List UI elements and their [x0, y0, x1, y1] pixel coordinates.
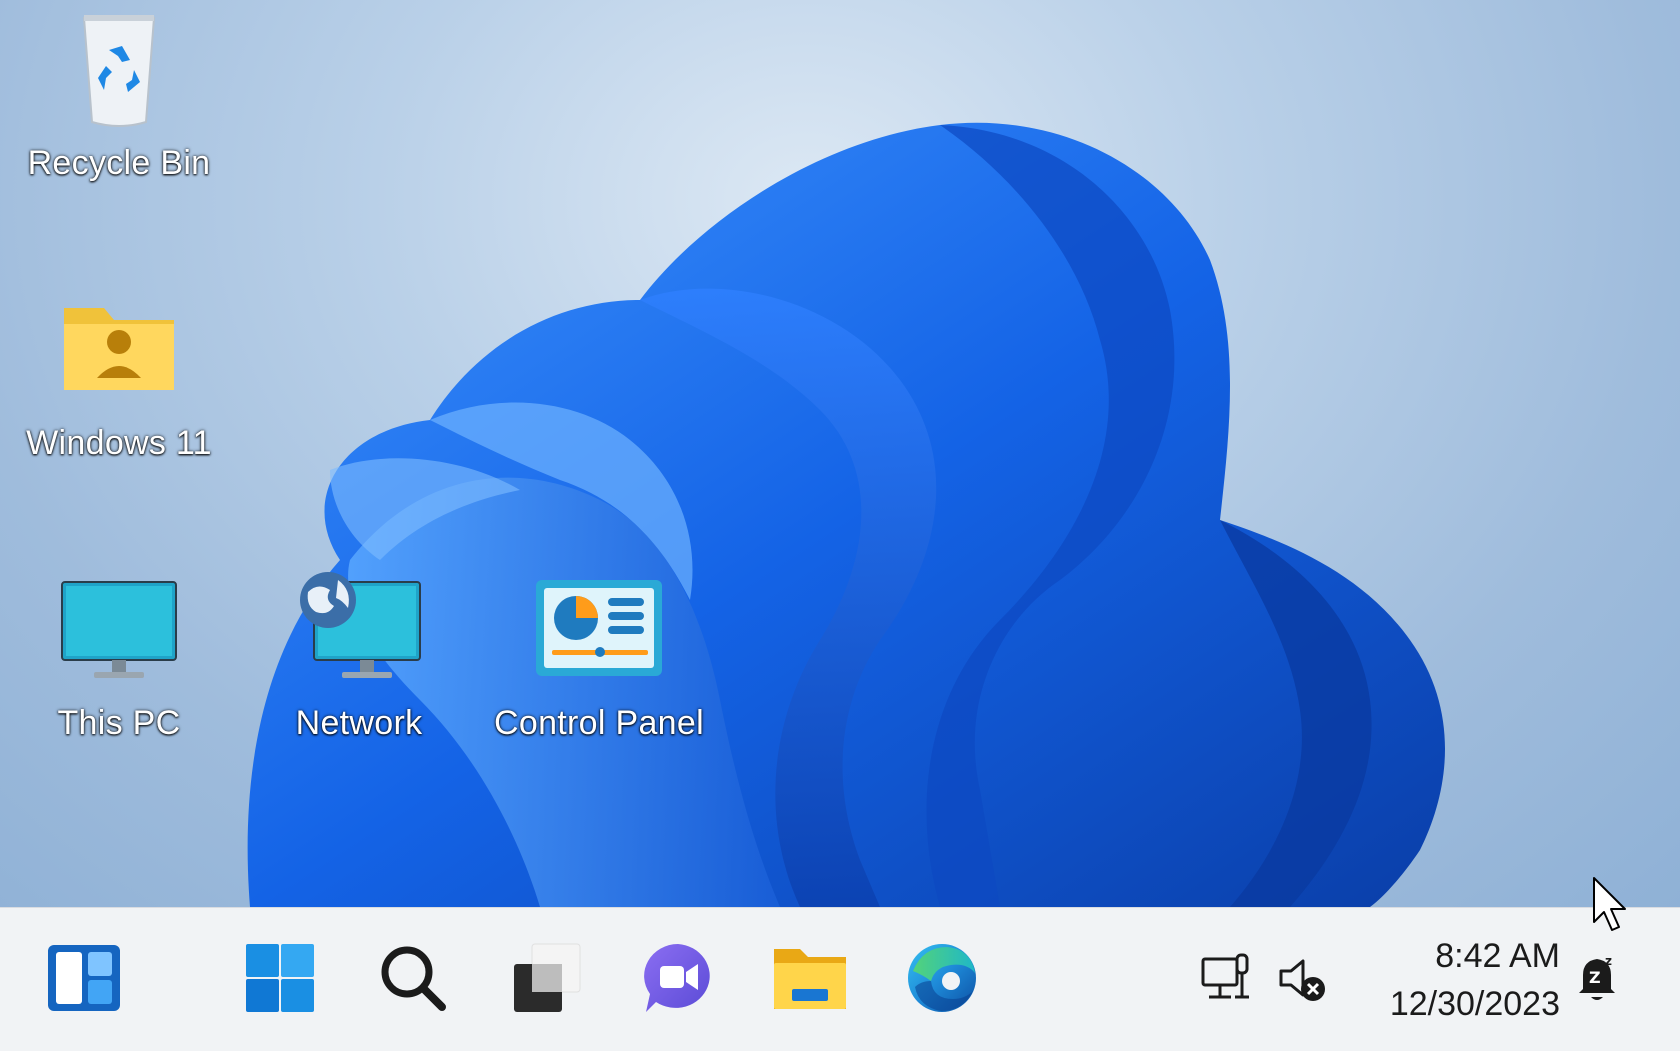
notifications-button[interactable]: Z z [1568, 948, 1628, 1008]
widgets-icon [48, 945, 120, 1011]
network-disconnected-icon [1201, 953, 1249, 999]
clock-date: 12/30/2023 [1389, 985, 1560, 1023]
file-explorer-button[interactable] [768, 936, 852, 1020]
task-view-icon [514, 943, 581, 1012]
desktop-icon-label: Windows 11 [26, 424, 212, 462]
desktop-icon-network[interactable]: Network [254, 570, 464, 743]
monitor-icon [54, 570, 184, 690]
clock-time: 8:42 AM [1435, 937, 1560, 975]
volume-tray-button[interactable] [1272, 948, 1332, 1008]
file-explorer-icon [774, 949, 846, 1009]
edge-button[interactable] [900, 936, 984, 1020]
clock-button[interactable]: 8:42 AM 12/30/2023 [1360, 932, 1560, 1028]
user-folder-icon [54, 290, 184, 410]
desktop-icon-this-pc[interactable]: This PC [14, 570, 224, 743]
desktop-icon-control-panel[interactable]: Control Panel [494, 570, 704, 743]
search-button[interactable] [371, 936, 455, 1020]
start-icon [246, 944, 314, 1012]
start-button[interactable] [238, 936, 322, 1020]
svg-text:z: z [1605, 954, 1612, 968]
volume-muted-icon [1279, 959, 1325, 1001]
desktop-icon-label: Control Panel [494, 704, 704, 742]
desktop-icon-label: Recycle Bin [27, 144, 211, 182]
control-panel-icon [534, 570, 664, 690]
desktop[interactable]: Recycle Bin Windows 11 This PC Network C… [0, 0, 1680, 907]
desktop-icon-label: This PC [57, 704, 181, 742]
mouse-cursor-icon [1593, 877, 1626, 931]
network-tray-button[interactable] [1196, 948, 1256, 1008]
network-globe-icon [294, 570, 424, 690]
desktop-icon-user-folder[interactable]: Windows 11 [14, 290, 224, 463]
widgets-button[interactable] [42, 936, 126, 1020]
edge-icon [908, 944, 976, 1012]
chat-button[interactable] [636, 936, 720, 1020]
recycle-bin-icon [54, 10, 184, 130]
taskbar[interactable]: 8:42 AM 12/30/2023 Z z [0, 907, 1680, 1051]
teams-chat-icon [644, 944, 710, 1012]
search-icon [381, 946, 446, 1011]
desktop-icon-label: Network [295, 704, 423, 742]
svg-text:Z: Z [1589, 968, 1601, 987]
task-view-button[interactable] [504, 936, 588, 1020]
notifications-snoozed-icon: Z z [1579, 954, 1615, 1000]
wallpaper-bloom [247, 122, 1445, 907]
desktop-icon-recycle-bin[interactable]: Recycle Bin [14, 10, 224, 183]
